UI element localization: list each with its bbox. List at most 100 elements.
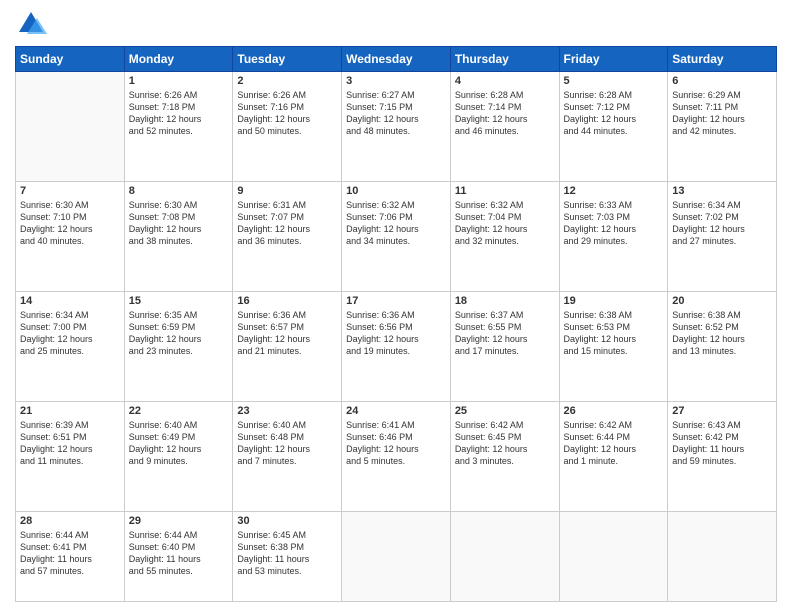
day-info: Sunrise: 6:40 AMSunset: 6:49 PMDaylight:…	[129, 419, 229, 468]
day-number: 25	[455, 405, 555, 417]
day-info: Sunrise: 6:29 AMSunset: 7:11 PMDaylight:…	[672, 89, 772, 138]
weekday-header-sunday: Sunday	[16, 47, 125, 72]
day-info: Sunrise: 6:40 AMSunset: 6:48 PMDaylight:…	[237, 419, 337, 468]
day-number: 26	[564, 405, 664, 417]
day-number: 18	[455, 295, 555, 307]
day-number: 16	[237, 295, 337, 307]
day-info: Sunrise: 6:33 AMSunset: 7:03 PMDaylight:…	[564, 199, 664, 248]
calendar-cell	[342, 512, 451, 602]
logo-icon	[15, 10, 47, 38]
calendar-cell: 5Sunrise: 6:28 AMSunset: 7:12 PMDaylight…	[559, 72, 668, 182]
day-info: Sunrise: 6:36 AMSunset: 6:56 PMDaylight:…	[346, 309, 446, 358]
calendar-cell: 1 Sunrise: 6:26 AMSunset: 7:18 PMDaylight…	[124, 72, 233, 182]
day-info: Sunrise: 6:38 AMSunset: 6:53 PMDaylight:…	[564, 309, 664, 358]
week-row-1: 1 Sunrise: 6:26 AMSunset: 7:18 PMDaylight…	[16, 72, 777, 182]
calendar-cell: 29 Sunrise: 6:44 AMSunset: 6:40 PMDayligh…	[124, 512, 233, 602]
week-row-2: 7 Sunrise: 6:30 AMSunset: 7:10 PMDaylight…	[16, 182, 777, 292]
day-info: Sunrise: 6:44 AMSunset: 6:40 PMDaylight:…	[129, 529, 229, 578]
calendar-cell: 20 Sunrise: 6:38 AMSunset: 6:52 PMDayligh…	[668, 292, 777, 402]
calendar-cell	[668, 512, 777, 602]
day-number: 3	[346, 75, 446, 87]
day-info: Sunrise: 6:37 AMSunset: 6:55 PMDaylight:…	[455, 309, 555, 358]
week-row-3: 14 Sunrise: 6:34 AMSunset: 7:00 PMDayligh…	[16, 292, 777, 402]
calendar-cell: 17 Sunrise: 6:36 AMSunset: 6:56 PMDayligh…	[342, 292, 451, 402]
day-info: Sunrise: 6:45 AMSunset: 6:38 PMDaylight:…	[237, 529, 337, 578]
calendar-cell: 8 Sunrise: 6:30 AMSunset: 7:08 PMDaylight…	[124, 182, 233, 292]
day-info: Sunrise: 6:38 AMSunset: 6:52 PMDaylight:…	[672, 309, 772, 358]
day-info: Sunrise: 6:44 AMSunset: 6:41 PMDaylight:…	[20, 529, 120, 578]
day-number: 14	[20, 295, 120, 307]
day-number: 19	[564, 295, 664, 307]
day-info: Sunrise: 6:41 AMSunset: 6:46 PMDaylight:…	[346, 419, 446, 468]
calendar-cell: 6 Sunrise: 6:29 AMSunset: 7:11 PMDaylight…	[668, 72, 777, 182]
day-info: Sunrise: 6:31 AMSunset: 7:07 PMDaylight:…	[237, 199, 337, 248]
day-number: 12	[564, 185, 664, 197]
day-number: 22	[129, 405, 229, 417]
calendar-cell	[16, 72, 125, 182]
weekday-header-wednesday: Wednesday	[342, 47, 451, 72]
weekday-header-tuesday: Tuesday	[233, 47, 342, 72]
day-info: Sunrise: 6:36 AMSunset: 6:57 PMDaylight:…	[237, 309, 337, 358]
week-row-5: 28 Sunrise: 6:44 AMSunset: 6:41 PMDayligh…	[16, 512, 777, 602]
calendar-cell	[559, 512, 668, 602]
weekday-header-thursday: Thursday	[450, 47, 559, 72]
day-info: Sunrise: 6:34 AMSunset: 7:02 PMDaylight:…	[672, 199, 772, 248]
calendar-cell: 24 Sunrise: 6:41 AMSunset: 6:46 PMDayligh…	[342, 402, 451, 512]
day-info: Sunrise: 6:42 AMSunset: 6:44 PMDaylight:…	[564, 419, 664, 468]
calendar-cell: 23 Sunrise: 6:40 AMSunset: 6:48 PMDayligh…	[233, 402, 342, 512]
day-number: 6	[672, 75, 772, 87]
day-info: Sunrise: 6:30 AMSunset: 7:10 PMDaylight:…	[20, 199, 120, 248]
day-number: 28	[20, 515, 120, 527]
page: SundayMondayTuesdayWednesdayThursdayFrid…	[0, 0, 792, 612]
calendar-cell	[450, 512, 559, 602]
day-number: 7	[20, 185, 120, 197]
day-info: Sunrise: 6:26 AMSunset: 7:18 PMDaylight:…	[129, 89, 229, 138]
day-number: 15	[129, 295, 229, 307]
weekday-header-saturday: Saturday	[668, 47, 777, 72]
calendar-cell: 11 Sunrise: 6:32 AMSunset: 7:04 PMDayligh…	[450, 182, 559, 292]
day-info: Sunrise: 6:43 AMSunset: 6:42 PMDaylight:…	[672, 419, 772, 468]
day-number: 2	[237, 75, 337, 87]
week-row-4: 21 Sunrise: 6:39 AMSunset: 6:51 PMDayligh…	[16, 402, 777, 512]
header	[15, 10, 777, 38]
calendar-cell: 15Sunrise: 6:35 AMSunset: 6:59 PMDayligh…	[124, 292, 233, 402]
day-info: Sunrise: 6:30 AMSunset: 7:08 PMDaylight:…	[129, 199, 229, 248]
day-number: 30	[237, 515, 337, 527]
day-number: 5	[564, 75, 664, 87]
day-info: Sunrise: 6:27 AMSunset: 7:15 PMDaylight:…	[346, 89, 446, 138]
calendar-cell: 10 Sunrise: 6:32 AMSunset: 7:06 PMDayligh…	[342, 182, 451, 292]
day-info: Sunrise: 6:39 AMSunset: 6:51 PMDaylight:…	[20, 419, 120, 468]
calendar-cell: 9 Sunrise: 6:31 AMSunset: 7:07 PMDaylight…	[233, 182, 342, 292]
calendar-cell: 14 Sunrise: 6:34 AMSunset: 7:00 PMDayligh…	[16, 292, 125, 402]
day-number: 27	[672, 405, 772, 417]
day-number: 24	[346, 405, 446, 417]
day-number: 23	[237, 405, 337, 417]
calendar-table: SundayMondayTuesdayWednesdayThursdayFrid…	[15, 46, 777, 602]
day-number: 1	[129, 75, 229, 87]
calendar-cell: 27 Sunrise: 6:43 AMSunset: 6:42 PMDayligh…	[668, 402, 777, 512]
day-number: 20	[672, 295, 772, 307]
day-number: 17	[346, 295, 446, 307]
calendar-cell: 7 Sunrise: 6:30 AMSunset: 7:10 PMDaylight…	[16, 182, 125, 292]
day-info: Sunrise: 6:32 AMSunset: 7:06 PMDaylight:…	[346, 199, 446, 248]
calendar-cell: 30 Sunrise: 6:45 AMSunset: 6:38 PMDayligh…	[233, 512, 342, 602]
calendar-cell: 25Sunrise: 6:42 AMSunset: 6:45 PMDayligh…	[450, 402, 559, 512]
calendar-cell: 2 Sunrise: 6:26 AMSunset: 7:16 PMDaylight…	[233, 72, 342, 182]
day-number: 9	[237, 185, 337, 197]
calendar-cell: 22 Sunrise: 6:40 AMSunset: 6:49 PMDayligh…	[124, 402, 233, 512]
day-number: 8	[129, 185, 229, 197]
calendar-cell: 19 Sunrise: 6:38 AMSunset: 6:53 PMDayligh…	[559, 292, 668, 402]
weekday-header-friday: Friday	[559, 47, 668, 72]
day-info: Sunrise: 6:26 AMSunset: 7:16 PMDaylight:…	[237, 89, 337, 138]
calendar-cell: 28 Sunrise: 6:44 AMSunset: 6:41 PMDayligh…	[16, 512, 125, 602]
calendar-cell: 12 Sunrise: 6:33 AMSunset: 7:03 PMDayligh…	[559, 182, 668, 292]
day-info: Sunrise: 6:28 AMSunset: 7:14 PMDaylight:…	[455, 89, 555, 138]
day-number: 21	[20, 405, 120, 417]
day-info: Sunrise: 6:32 AMSunset: 7:04 PMDaylight:…	[455, 199, 555, 248]
calendar-cell: 13Sunrise: 6:34 AMSunset: 7:02 PMDayligh…	[668, 182, 777, 292]
day-number: 29	[129, 515, 229, 527]
day-number: 11	[455, 185, 555, 197]
day-number: 10	[346, 185, 446, 197]
calendar-cell: 18 Sunrise: 6:37 AMSunset: 6:55 PMDayligh…	[450, 292, 559, 402]
day-info: Sunrise: 6:34 AMSunset: 7:00 PMDaylight:…	[20, 309, 120, 358]
